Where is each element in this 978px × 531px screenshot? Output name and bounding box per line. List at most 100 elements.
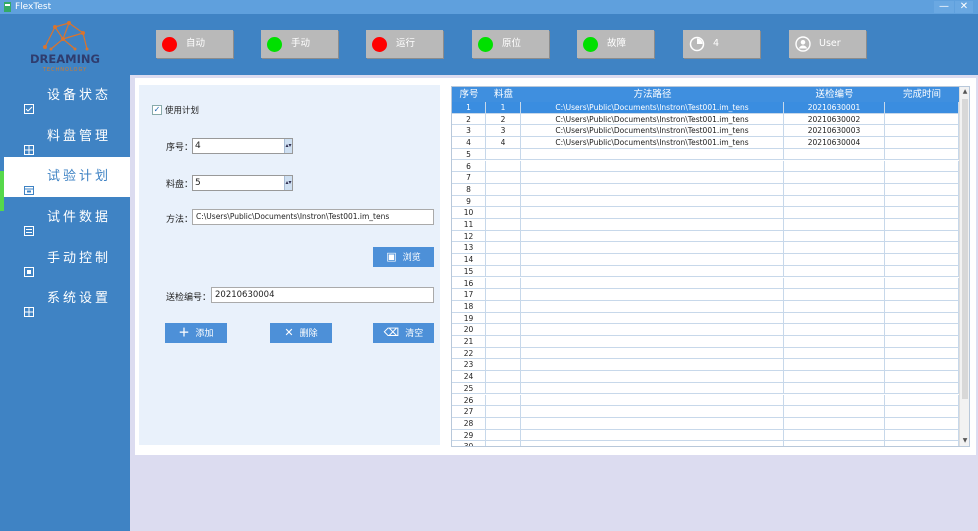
calendar-icon bbox=[24, 172, 34, 195]
table-cell bbox=[521, 406, 784, 418]
nav-label: 手动控制 bbox=[47, 251, 112, 266]
spin-icon[interactable]: ▴▾ bbox=[284, 176, 292, 190]
vertical-scrollbar[interactable]: ▲ ▼ bbox=[959, 87, 969, 446]
table-row[interactable]: 14 bbox=[452, 254, 959, 266]
table-cell bbox=[486, 347, 521, 360]
table-cell bbox=[885, 336, 959, 348]
table-row[interactable]: 2 2 C:\Users\Public\Documents\Instron\Test… bbox=[452, 113, 959, 126]
table-cell: 17 bbox=[452, 289, 486, 301]
table-row[interactable]: 6 bbox=[452, 160, 959, 173]
table-row[interactable]: 27 bbox=[452, 406, 959, 418]
table-cell bbox=[486, 371, 521, 383]
nav-label: 料盘管理 bbox=[47, 129, 112, 144]
minimize-button[interactable]: — bbox=[934, 1, 954, 13]
table-row[interactable]: 10 bbox=[452, 207, 959, 219]
table-row[interactable]: 5 bbox=[452, 148, 959, 161]
browse-button[interactable]: ▣ 浏览 bbox=[373, 247, 434, 267]
check-icon: ✓ bbox=[153, 105, 161, 114]
sample-id-value: 20210630004 bbox=[215, 290, 275, 300]
nav-item-5[interactable]: 系统设置 bbox=[0, 279, 130, 319]
scroll-thumb[interactable] bbox=[962, 99, 968, 399]
table-row[interactable]: 30 bbox=[452, 441, 959, 446]
table-row[interactable]: 19 bbox=[452, 312, 959, 325]
scroll-down-icon[interactable]: ▼ bbox=[961, 437, 969, 445]
table-row[interactable]: 4 4 C:\Users\Public\Documents\Instron\Test… bbox=[452, 137, 959, 149]
nav-item-0[interactable]: 设备状态 bbox=[0, 76, 130, 116]
table-row[interactable]: 16 bbox=[452, 277, 959, 290]
table-cell: 11 bbox=[452, 219, 486, 231]
table-row[interactable]: 28 bbox=[452, 417, 959, 430]
data-icon bbox=[24, 213, 34, 236]
nav-item-4[interactable]: 手动控制 bbox=[0, 239, 130, 279]
table-row[interactable]: 11 bbox=[452, 219, 959, 231]
status-indicator-6[interactable]: User bbox=[789, 30, 866, 58]
logo: DREAMING TECHNOLOGY bbox=[25, 19, 105, 77]
spin-icon[interactable]: ▴▾ bbox=[284, 139, 292, 153]
table-cell bbox=[521, 183, 784, 196]
status-indicator-4[interactable]: 故障 bbox=[577, 30, 654, 58]
table-row[interactable]: 29 bbox=[452, 429, 959, 442]
column-header[interactable]: 料盘 bbox=[486, 87, 521, 102]
clear-button[interactable]: ⌫ 清空 bbox=[373, 323, 434, 343]
delete-label: 删除 bbox=[299, 329, 318, 339]
status-light-icon bbox=[583, 37, 598, 52]
tray-value: 5 bbox=[195, 178, 201, 188]
table-row[interactable]: 13 bbox=[452, 242, 959, 255]
method-path-field[interactable]: C:\Users\Public\Documents\Instron\Test00… bbox=[192, 209, 434, 225]
status-indicator-0[interactable]: 自动 bbox=[156, 30, 233, 58]
table-cell: 22 bbox=[452, 347, 486, 360]
close-button[interactable]: ✕ bbox=[955, 1, 973, 13]
table-row[interactable]: 24 bbox=[452, 371, 959, 383]
table-row[interactable]: 7 bbox=[452, 172, 959, 184]
column-header[interactable]: 送检编号 bbox=[784, 87, 885, 102]
use-plan-checkbox[interactable]: ✓ bbox=[152, 105, 162, 115]
active-nav-accent bbox=[0, 171, 4, 211]
table-row[interactable]: 12 bbox=[452, 230, 959, 243]
table-cell bbox=[784, 312, 885, 325]
scroll-up-icon[interactable]: ▲ bbox=[961, 88, 969, 96]
table-row[interactable]: 18 bbox=[452, 300, 959, 313]
table-cell bbox=[521, 207, 784, 219]
status-indicator-3[interactable]: 原位 bbox=[472, 30, 549, 58]
table-cell bbox=[885, 371, 959, 383]
status-indicator-5[interactable]: 4 bbox=[683, 30, 760, 58]
table-cell bbox=[784, 219, 885, 231]
table-cell bbox=[885, 102, 959, 114]
table-cell: 25 bbox=[452, 382, 486, 395]
column-header[interactable]: 方法路径 bbox=[521, 87, 784, 102]
table-row[interactable]: 1 1 C:\Users\Public\Documents\Instron\Test… bbox=[452, 102, 959, 114]
nav-item-3[interactable]: 试件数据 bbox=[0, 198, 130, 238]
status-indicator-1[interactable]: 手动 bbox=[261, 30, 338, 58]
table-row[interactable]: 15 bbox=[452, 265, 959, 278]
table-row[interactable]: 20 bbox=[452, 324, 959, 336]
table-row[interactable]: 9 bbox=[452, 195, 959, 208]
table-cell bbox=[486, 312, 521, 325]
table-cell: 12 bbox=[452, 230, 486, 243]
table-row[interactable]: 21 bbox=[452, 336, 959, 348]
table-cell bbox=[784, 347, 885, 360]
table-row[interactable]: 22 bbox=[452, 347, 959, 360]
column-header[interactable]: 序号 bbox=[452, 87, 486, 102]
table-cell: 14 bbox=[452, 254, 486, 266]
table-cell bbox=[784, 441, 885, 446]
add-button[interactable]: ＋ 添加 bbox=[165, 323, 227, 343]
seq-combobox[interactable]: 4 ▴▾ bbox=[192, 138, 293, 154]
tray-combobox[interactable]: 5 ▴▾ bbox=[192, 175, 293, 191]
nav-item-2[interactable]: 试验计划 bbox=[4, 157, 130, 197]
table-row[interactable]: 8 bbox=[452, 183, 959, 196]
table-row[interactable]: 17 bbox=[452, 289, 959, 301]
column-header[interactable]: 完成时间 bbox=[885, 87, 959, 102]
table-row[interactable]: 3 3 C:\Users\Public\Documents\Instron\Test… bbox=[452, 125, 959, 138]
table-row[interactable]: 25 bbox=[452, 382, 959, 395]
table-cell: 29 bbox=[452, 429, 486, 442]
table-cell bbox=[885, 113, 959, 126]
table-row[interactable]: 26 bbox=[452, 394, 959, 407]
status-indicator-2[interactable]: 运行 bbox=[366, 30, 443, 58]
table-row[interactable]: 23 bbox=[452, 359, 959, 372]
delete-button[interactable]: ✕ 删除 bbox=[270, 323, 332, 343]
table-cell bbox=[885, 429, 959, 442]
table-cell bbox=[486, 160, 521, 173]
table-cell: 20 bbox=[452, 324, 486, 336]
nav-item-1[interactable]: 料盘管理 bbox=[0, 117, 130, 157]
sample-id-field[interactable]: 20210630004 bbox=[211, 287, 434, 303]
